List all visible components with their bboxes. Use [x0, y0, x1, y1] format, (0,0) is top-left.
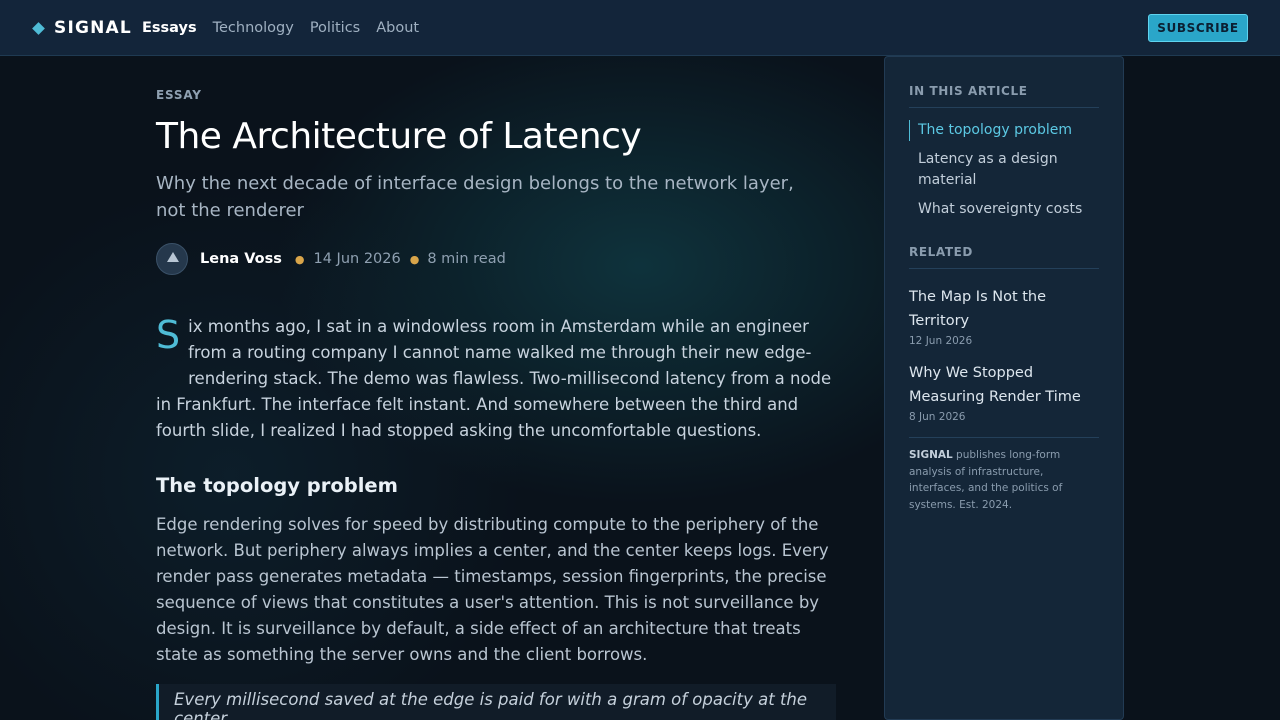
- drop-cap: S: [156, 313, 181, 357]
- toc-item-latency[interactable]: Latency as a design material: [909, 149, 1099, 191]
- subscribe-button[interactable]: SUBSCRIBE: [1148, 14, 1248, 42]
- toc-item-sovereignty[interactable]: What sovereignty costs: [909, 199, 1099, 220]
- body-paragraph: Edge rendering solves for speed by distr…: [156, 515, 829, 664]
- nav-politics[interactable]: Politics: [310, 18, 360, 38]
- main-nav: Essays Technology Politics About: [142, 18, 419, 38]
- read-time: 8 min read: [427, 251, 506, 267]
- about-blurb: SIGNAL publishes long-form analysis of i…: [909, 437, 1099, 513]
- pull-quote: Every millisecond saved at the edge is p…: [156, 684, 836, 720]
- lede-text: ix months ago, I sat in a windowless roo…: [156, 317, 832, 440]
- about-brand: SIGNAL: [909, 449, 953, 461]
- separator-dot: ●: [294, 252, 305, 266]
- related-item[interactable]: The Map Is Not the Territory 12 Jun 2026: [909, 285, 1099, 347]
- related-title[interactable]: The Map Is Not the Territory: [909, 285, 1099, 333]
- related-date: 8 Jun 2026: [909, 411, 966, 423]
- nav-technology[interactable]: Technology: [213, 18, 294, 38]
- related-heading: RELATED: [909, 245, 1099, 269]
- section-heading: The topology problem: [156, 474, 398, 497]
- diamond-icon: [32, 21, 45, 35]
- article-title: The Architecture of Latency: [156, 116, 642, 157]
- author-avatar[interactable]: [156, 243, 188, 275]
- toc-heading: IN THIS ARTICLE: [909, 84, 1099, 108]
- lede-paragraph: Six months ago, I sat in a windowless ro…: [156, 314, 836, 444]
- brand-name: SIGNAL: [54, 18, 132, 38]
- nav-essays[interactable]: Essays: [142, 18, 197, 38]
- related-date: 12 Jun 2026: [909, 335, 973, 347]
- table-of-contents: The topology problem Latency as a design…: [909, 120, 1099, 220]
- author-name[interactable]: Lena Voss: [200, 251, 282, 267]
- nav-about[interactable]: About: [376, 18, 419, 38]
- related-list: The Map Is Not the Territory 12 Jun 2026…: [909, 285, 1099, 423]
- publish-date: 14 Jun 2026: [313, 251, 401, 267]
- article: ESSAY The Architecture of Latency Why th…: [156, 88, 836, 720]
- article-kicker: ESSAY: [156, 88, 202, 102]
- article-dek: Why the next decade of interface design …: [156, 173, 794, 221]
- toc-item-topology[interactable]: The topology problem: [909, 120, 1099, 141]
- related-title[interactable]: Why We Stopped Measuring Render Time: [909, 361, 1099, 409]
- top-bar: SIGNAL Essays Technology Politics About …: [0, 0, 1280, 56]
- brand-logo[interactable]: SIGNAL: [32, 17, 132, 39]
- sidebar: IN THIS ARTICLE The topology problem Lat…: [884, 56, 1124, 720]
- byline: Lena Voss ● 14 Jun 2026 ● 8 min read: [156, 243, 836, 275]
- related-item[interactable]: Why We Stopped Measuring Render Time 8 J…: [909, 361, 1099, 423]
- separator-dot: ●: [409, 252, 420, 266]
